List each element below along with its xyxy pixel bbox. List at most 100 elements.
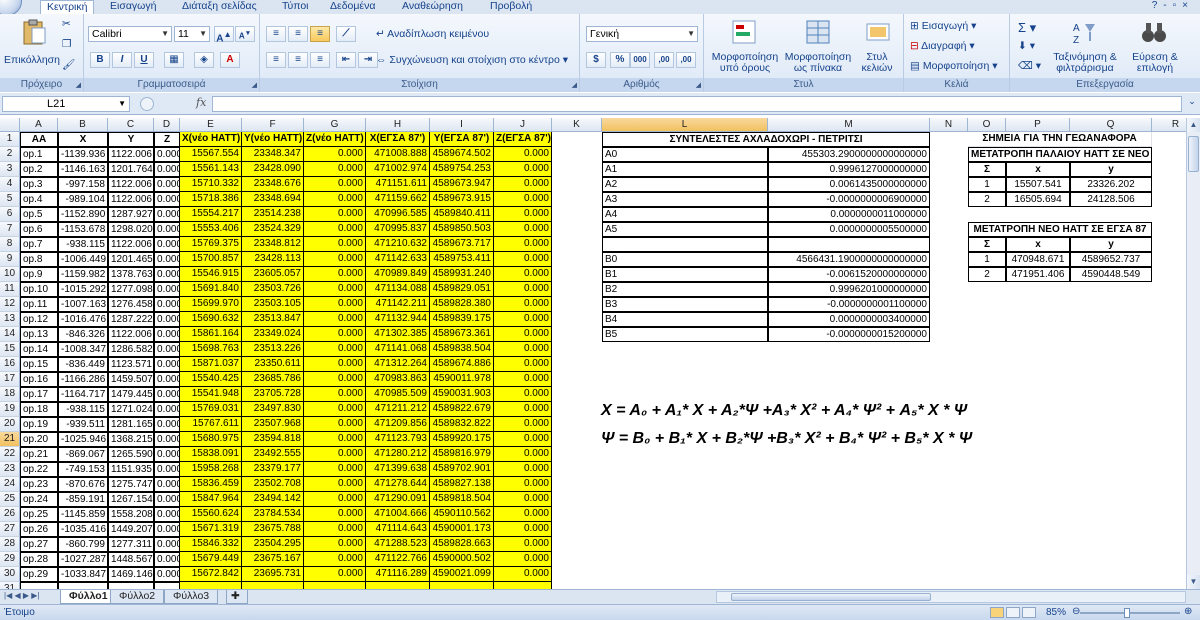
table-cell[interactable]: 23494.142: [242, 492, 304, 507]
row-header[interactable]: 2: [0, 147, 20, 162]
table-cell[interactable]: 0.000: [154, 477, 180, 492]
table-cell[interactable]: 1469.146: [108, 567, 154, 582]
table-cell[interactable]: 15698.763: [180, 342, 242, 357]
tab-home[interactable]: Κεντρική: [40, 0, 95, 14]
table-cell[interactable]: 0.000: [154, 447, 180, 462]
column-header-p[interactable]: P: [1006, 118, 1070, 132]
table-cell[interactable]: 1287.222: [108, 312, 154, 327]
table-cell[interactable]: -870.676: [58, 477, 108, 492]
table-cell[interactable]: 4589827.138: [430, 477, 494, 492]
table-cell[interactable]: op.16: [20, 372, 58, 387]
column-header-d[interactable]: D: [154, 118, 180, 132]
table-cell[interactable]: 0.000: [304, 147, 366, 162]
table-cell[interactable]: 4589753.411: [430, 252, 494, 267]
table-cell[interactable]: 0.000: [494, 147, 552, 162]
table-cell[interactable]: op.24: [20, 492, 58, 507]
horizontal-scrollbar[interactable]: [716, 591, 1186, 603]
coef-name-cell[interactable]: A5: [602, 222, 768, 237]
table-cell[interactable]: 1479.445: [108, 387, 154, 402]
table-cell[interactable]: 0.000: [494, 267, 552, 282]
conditional-format-button[interactable]: Μορφοποίηση υπό όρους: [708, 52, 782, 74]
table-cell[interactable]: 4589838.504: [430, 342, 494, 357]
bold-button[interactable]: B: [90, 52, 110, 68]
ref-cell[interactable]: 15507.541: [1006, 177, 1070, 192]
table-cell[interactable]: 471114.643: [366, 522, 430, 537]
zoom-slider[interactable]: [1080, 612, 1180, 614]
table-cell[interactable]: 1123.571: [108, 357, 154, 372]
row-header[interactable]: 19: [0, 402, 20, 417]
table-cell[interactable]: 4589828.380: [430, 297, 494, 312]
row-header[interactable]: 26: [0, 507, 20, 522]
table-cell[interactable]: 15769.375: [180, 237, 242, 252]
row-header[interactable]: 30: [0, 567, 20, 582]
row-header[interactable]: 31: [0, 582, 20, 589]
ref-cell[interactable]: 4590448.549: [1070, 267, 1152, 282]
ref-cell[interactable]: 4589652.737: [1070, 252, 1152, 267]
table-cell[interactable]: 1122.006: [108, 192, 154, 207]
vertical-scrollbar[interactable]: ▲ ▼: [1186, 118, 1200, 589]
merge-center-button[interactable]: ⇔ Συγχώνευση και στοίχιση στο κέντρο ▾: [376, 54, 568, 66]
table-cell[interactable]: 4589840.411: [430, 207, 494, 222]
table-cell[interactable]: -859.191: [58, 492, 108, 507]
select-all-corner[interactable]: [0, 118, 20, 132]
italic-button[interactable]: I: [112, 52, 132, 68]
table-cell[interactable]: 471312.264: [366, 357, 430, 372]
table-cell[interactable]: 0.000: [304, 372, 366, 387]
paste-icon[interactable]: [20, 18, 48, 46]
table-cell[interactable]: 471142.633: [366, 252, 430, 267]
table-cell[interactable]: 471134.088: [366, 282, 430, 297]
table-cell[interactable]: -1007.163: [58, 297, 108, 312]
table-cell[interactable]: op.23: [20, 477, 58, 492]
table-cell[interactable]: 0.000: [494, 462, 552, 477]
table-cell[interactable]: op.19: [20, 417, 58, 432]
table-cell[interactable]: 23379.177: [242, 462, 304, 477]
font-name-box[interactable]: Calibri ▼: [88, 26, 172, 42]
table-cell[interactable]: 0.000: [304, 267, 366, 282]
coef-name-cell[interactable]: B4: [602, 312, 768, 327]
table-cell[interactable]: 0.000: [494, 537, 552, 552]
table-cell[interactable]: 4589754.253: [430, 162, 494, 177]
table-cell[interactable]: 15560.624: [180, 507, 242, 522]
table-cell[interactable]: -1146.163: [58, 162, 108, 177]
table-cell[interactable]: 15541.948: [180, 387, 242, 402]
table-cell[interactable]: 4589673.361: [430, 327, 494, 342]
table-cell[interactable]: 470985.509: [366, 387, 430, 402]
column-header-i[interactable]: I: [430, 118, 494, 132]
table-cell[interactable]: op.11: [20, 297, 58, 312]
table-cell[interactable]: 23695.731: [242, 567, 304, 582]
insert-cells-button[interactable]: ⊞ Εισαγωγή ▾: [910, 20, 976, 32]
table-cell[interactable]: op.18: [20, 402, 58, 417]
table-cell[interactable]: 1122.006: [108, 177, 154, 192]
table-cell[interactable]: 23348.347: [242, 147, 304, 162]
table-cell[interactable]: 1122.006: [108, 147, 154, 162]
table-cell[interactable]: -1159.982: [58, 267, 108, 282]
table-cell[interactable]: 0.000: [154, 522, 180, 537]
decrease-decimal-button[interactable]: ,00: [676, 52, 696, 68]
table-cell[interactable]: 0.000: [154, 387, 180, 402]
table-cell[interactable]: 0.000: [494, 567, 552, 582]
row-header[interactable]: 10: [0, 267, 20, 282]
table-cell[interactable]: 0.000: [154, 177, 180, 192]
row-header[interactable]: 15: [0, 342, 20, 357]
table-cell[interactable]: -1025.946: [58, 432, 108, 447]
table-cell[interactable]: 471290.091: [366, 492, 430, 507]
autosum-button[interactable]: Σ ▾: [1018, 20, 1036, 36]
table-cell[interactable]: 1298.020: [108, 222, 154, 237]
table-cell[interactable]: 4589839.175: [430, 312, 494, 327]
percent-button[interactable]: %: [610, 52, 630, 68]
table-cell[interactable]: 23428.090: [242, 162, 304, 177]
scroll-up-icon[interactable]: ▲: [1187, 118, 1200, 132]
table-cell[interactable]: 4590031.903: [430, 387, 494, 402]
table-cell[interactable]: 0.000: [494, 357, 552, 372]
table-cell[interactable]: -1166.286: [58, 372, 108, 387]
table-cell[interactable]: 0.000: [494, 477, 552, 492]
cell-styles-button[interactable]: Στυλ κελιών: [854, 52, 900, 74]
table-cell[interactable]: 23594.818: [242, 432, 304, 447]
table-cell[interactable]: op.14: [20, 342, 58, 357]
table-cell[interactable]: 0.000: [154, 507, 180, 522]
ref-cell[interactable]: 1: [968, 177, 1006, 192]
table-cell[interactable]: 4589674.886: [430, 357, 494, 372]
table-cell[interactable]: [430, 582, 494, 589]
column-header-m[interactable]: M: [768, 118, 930, 132]
table-cell[interactable]: op.25: [20, 507, 58, 522]
